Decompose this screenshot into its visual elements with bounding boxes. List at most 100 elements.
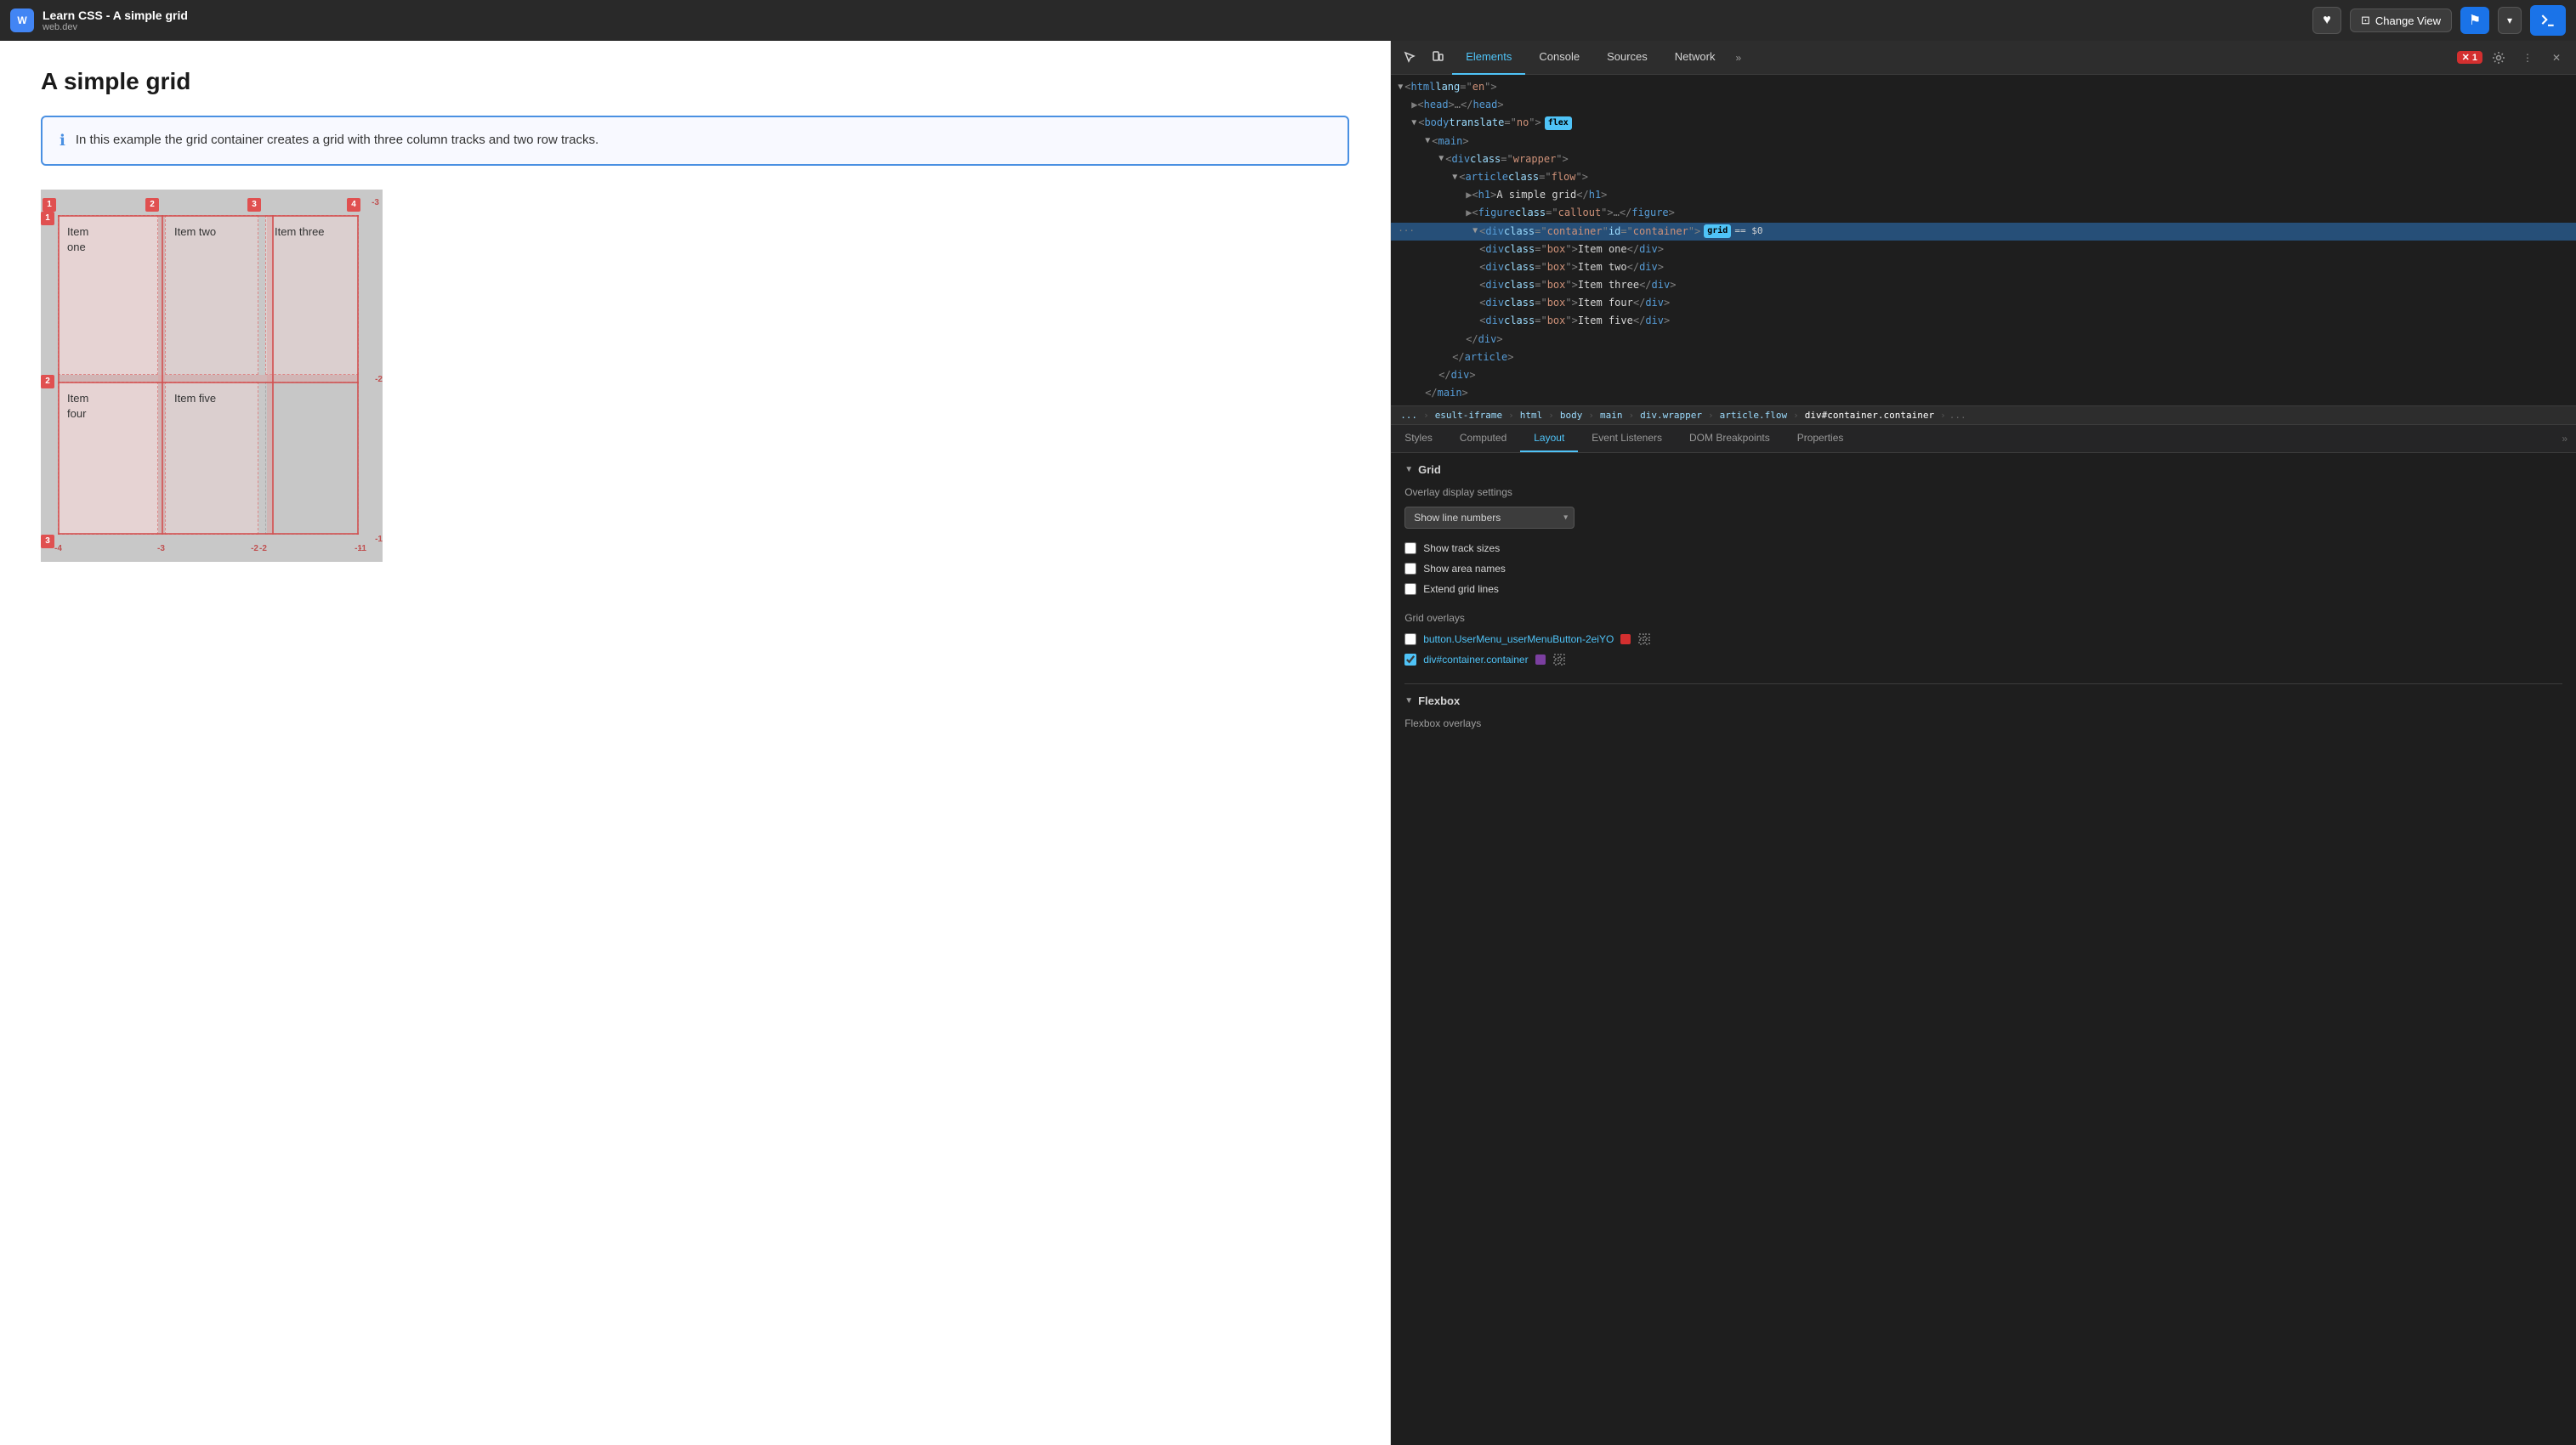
dom-line-article[interactable]: ▼ <article class="flow"> [1391, 168, 2576, 186]
topbar: W Learn CSS - A simple grid web.dev ♥ ⊡ … [0, 0, 2576, 41]
heart-button[interactable]: ♥ [2312, 7, 2341, 34]
grid-item-2-text: Item two [174, 225, 216, 238]
dom-line-close-div[interactable]: </div> [1391, 331, 2576, 348]
devtools-tabs: Elements Console Sources Network » [1452, 41, 1748, 75]
breadcrumb-main[interactable]: main [1597, 410, 1626, 421]
page-title-block: Learn CSS - A simple grid web.dev [43, 8, 188, 32]
dom-line-html[interactable]: ▼ <html lang="en"> [1391, 78, 2576, 96]
col-neg-1-bot-label: -1 [359, 544, 366, 553]
flex-badge: flex [1545, 116, 1572, 130]
extend-grid-lines-label[interactable]: Extend grid lines [1423, 583, 1499, 595]
dom-line-figure[interactable]: ▶ <figure class="callout">…</figure> [1391, 204, 2576, 222]
breadcrumb-ellipsis[interactable]: ... [1398, 410, 1420, 421]
breadcrumb-container[interactable]: div#container.container [1802, 410, 1937, 421]
col-neg-4-label: -4 [54, 544, 62, 553]
dom-line-head[interactable]: ▶ <head>…</head> [1391, 96, 2576, 114]
main-layout: A simple grid ℹ In this example the grid… [0, 41, 2576, 1445]
page-subtitle: web.dev [43, 22, 188, 32]
monitor-icon: ⊡ [2361, 14, 2370, 27]
dom-line-box2[interactable]: <div class="box">Item two</div> [1391, 258, 2576, 276]
dom-line-box3[interactable]: <div class="box">Item three</div> [1391, 276, 2576, 294]
tab-styles[interactable]: Styles [1391, 425, 1446, 452]
close-devtools-button[interactable]: ✕ [2544, 45, 2569, 71]
tab-network[interactable]: Network [1661, 41, 1729, 75]
extend-grid-lines-checkbox[interactable] [1404, 583, 1416, 595]
col-line-1-label: 1 [43, 198, 56, 212]
dom-line-box4[interactable]: <div class="box">Item four</div> [1391, 294, 2576, 312]
error-badge[interactable]: ✕ 1 [2457, 51, 2482, 64]
tab-event-listeners[interactable]: Event Listeners [1578, 425, 1676, 452]
dom-line-main[interactable]: ▼ <main> [1391, 133, 2576, 150]
overlay-item-container: div#container.container [1404, 653, 2562, 666]
more-options-button[interactable]: ⋮ [2515, 45, 2540, 71]
flexbox-section-header[interactable]: ▼ Flexbox [1404, 694, 2562, 707]
tab-dom-breakpoints[interactable]: DOM Breakpoints [1676, 425, 1784, 452]
breadcrumb-body[interactable]: body [1558, 410, 1586, 421]
page-title: Learn CSS - A simple grid [43, 8, 188, 22]
dom-line-box5[interactable]: <div class="box">Item five</div> [1391, 312, 2576, 330]
terminal-button[interactable] [2530, 5, 2566, 36]
show-track-sizes-label[interactable]: Show track sizes [1423, 542, 1500, 554]
grid-section-header[interactable]: ▼ Grid [1404, 463, 2562, 476]
device-toolbar-button[interactable] [1425, 45, 1450, 71]
dom-line-div-wrapper[interactable]: ▼ <div class="wrapper"> [1391, 150, 2576, 168]
overlay-button-checkbox[interactable] [1404, 633, 1416, 645]
more-tabs-button[interactable]: » [1728, 52, 1748, 64]
row-line-2-label: 2 [41, 375, 54, 388]
tab-console[interactable]: Console [1525, 41, 1593, 75]
dom-tree: ▼ <html lang="en"> ▶ <head>…</head> ▼ <b… [1391, 75, 2576, 405]
grid-overlays-section: Grid overlays button.UserMenu_userMenuBu… [1404, 612, 2562, 666]
site-logo: W [10, 8, 34, 32]
dom-line-container[interactable]: ··· ▼ <div class="container" id="contain… [1391, 223, 2576, 241]
change-view-button[interactable]: ⊡ Change View [2350, 8, 2452, 32]
show-area-names-checkbox[interactable] [1404, 563, 1416, 575]
info-text: In this example the grid container creat… [76, 131, 599, 150]
breadcrumb-article-flow[interactable]: article.flow [1717, 410, 1790, 421]
dom-line-close-article[interactable]: </article> [1391, 348, 2576, 366]
dom-line-close-main[interactable]: </main> [1391, 384, 2576, 402]
dom-line-close-wrapper[interactable]: </div> [1391, 366, 2576, 384]
grid-item-3-text: Item three [275, 225, 325, 238]
overlay-container-label[interactable]: div#container.container [1423, 654, 1528, 666]
col-line-2-label: 2 [145, 198, 159, 212]
inspect-element-button[interactable] [1398, 45, 1423, 71]
info-box: ℹ In this example the grid container cre… [41, 116, 1349, 166]
overlay-container-checkbox[interactable] [1404, 654, 1416, 666]
overlay-button-grid-icon[interactable] [1637, 632, 1651, 646]
tab-properties[interactable]: Properties [1784, 425, 1858, 452]
tab-layout[interactable]: Layout [1520, 425, 1578, 452]
grid-item-5-text: Item five [174, 392, 216, 405]
settings-button[interactable] [2486, 45, 2511, 71]
tab-sources[interactable]: Sources [1593, 41, 1661, 75]
close-icon: ✕ [2552, 52, 2561, 64]
dom-line-body[interactable]: ▼ <body translate="no"> flex [1391, 114, 2576, 132]
bookmark-button[interactable]: ⚑ [2460, 7, 2489, 34]
show-area-names-label[interactable]: Show area names [1423, 563, 1506, 575]
dom-line-h1[interactable]: ▶ <h1>A simple grid</h1> [1391, 186, 2576, 204]
tab-elements[interactable]: Elements [1452, 41, 1525, 75]
more-panel-tabs[interactable]: » [2553, 426, 2576, 451]
overlay-container-grid-icon[interactable] [1552, 653, 1566, 666]
dom-line-box1[interactable]: <div class="box">Item one</div> [1391, 241, 2576, 258]
breadcrumb-html[interactable]: html [1518, 410, 1546, 421]
flexbox-section-title: Flexbox [1418, 694, 1460, 707]
breadcrumb-div-wrapper[interactable]: div.wrapper [1637, 410, 1705, 421]
tab-computed[interactable]: Computed [1446, 425, 1520, 452]
row-line-1-label: 1 [41, 212, 54, 225]
dropdown-button[interactable]: ▾ [2498, 7, 2522, 34]
gear-icon [2492, 51, 2505, 65]
overlay-item-button: button.UserMenu_userMenuButton-2eiYO [1404, 632, 2562, 646]
breadcrumb-more[interactable]: ... [1949, 410, 1966, 421]
show-line-numbers-select-wrapper: Show line numbers Show track sizes Show … [1404, 507, 1575, 529]
breadcrumb-bar: ... › esult-iframe › html › body › main … [1391, 405, 2576, 425]
grid-item-2: Item two [165, 215, 258, 375]
overlay-settings-title: Overlay display settings [1404, 486, 2562, 498]
breadcrumb-result-iframe[interactable]: esult-iframe [1433, 410, 1505, 421]
col-line-3-label: 3 [247, 198, 261, 212]
show-track-sizes-checkbox[interactable] [1404, 542, 1416, 554]
show-area-names-row: Show area names [1404, 563, 2562, 575]
overlay-button-label[interactable]: button.UserMenu_userMenuButton-2eiYO [1423, 633, 1614, 645]
cursor-icon [1404, 51, 1417, 65]
overlay-display-select[interactable]: Show line numbers Show track sizes Show … [1404, 507, 1575, 529]
error-x-icon: ✕ [2462, 52, 2470, 63]
